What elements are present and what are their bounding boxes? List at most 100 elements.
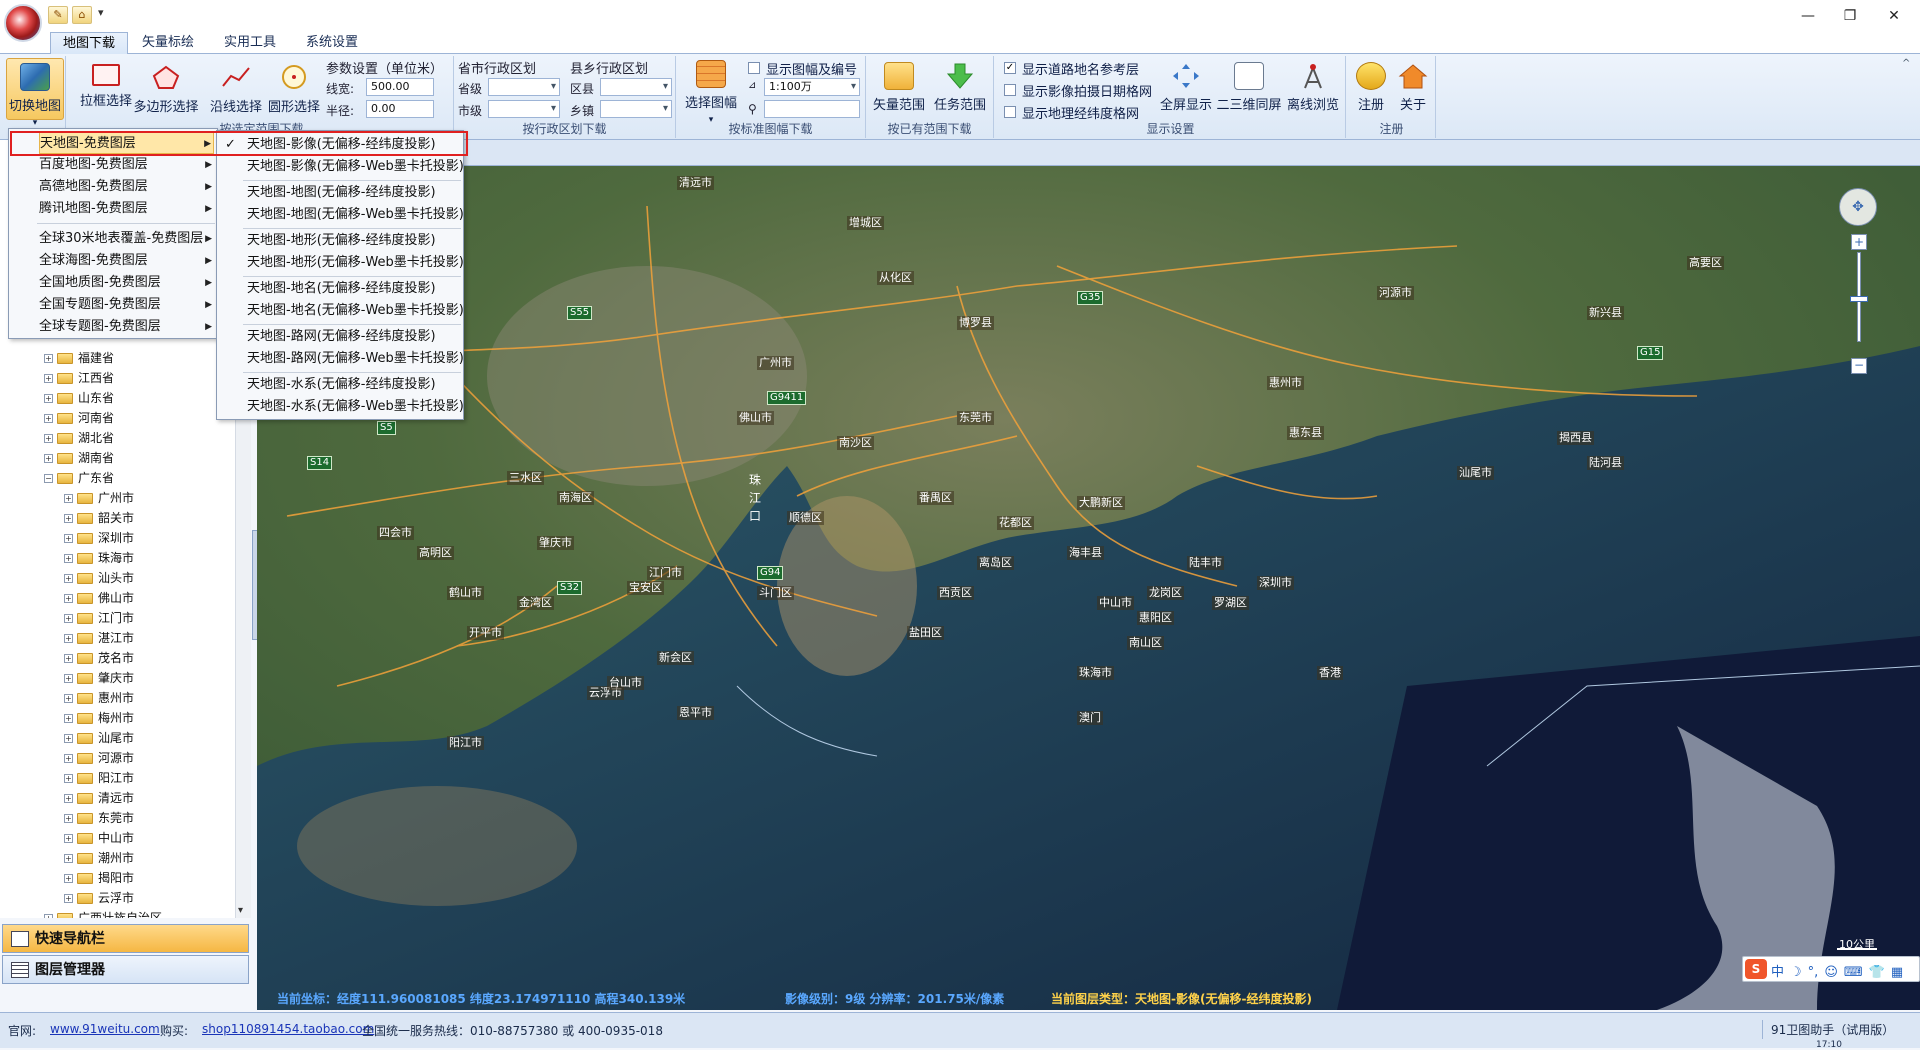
tab-tools[interactable]: 实用工具 <box>212 32 288 54</box>
provider-menu-item[interactable]: 全国专题图-免费图层 ▶ <box>39 294 214 316</box>
tree-city-node[interactable]: + 佛山市 <box>64 588 134 608</box>
expand-icon[interactable]: + <box>64 534 73 543</box>
layer-menu-item[interactable]: 天地图-地形(无偏移-Web墨卡托投影) <box>247 252 464 274</box>
expand-icon[interactable]: + <box>64 514 73 523</box>
tree-city-node[interactable]: + 汕头市 <box>64 568 134 588</box>
ime-item-icon[interactable]: 中 <box>1771 965 1784 980</box>
tree-city-node[interactable]: + 韶关市 <box>64 508 134 528</box>
sogou-logo-icon[interactable]: S <box>1745 959 1767 979</box>
ime-toolbar[interactable]: S 中 ☽ °, ☺ ⌨ 👕 ▦ <box>1742 956 1920 982</box>
line-select-button[interactable]: 沿线选择 <box>208 64 264 115</box>
tree-scrollbar[interactable]: ▾ <box>235 340 251 918</box>
zoom-slider-thumb[interactable] <box>1850 296 1868 302</box>
open-folder-icon[interactable]: ✎ <box>48 6 68 24</box>
tree-province-node[interactable]: + 湖北省 <box>44 428 114 448</box>
tree-city-node[interactable]: + 湛江市 <box>64 628 134 648</box>
expand-icon[interactable]: + <box>44 414 53 423</box>
provider-menu-item[interactable]: 全国地质图-免费图层 ▶ <box>39 272 214 294</box>
ribbon-collapse-icon[interactable]: ^ <box>1902 58 1910 69</box>
minimize-button[interactable]: — <box>1794 6 1822 26</box>
switch-map-button[interactable]: 切换地图 ▾ <box>6 58 64 128</box>
expand-icon[interactable]: + <box>64 674 73 683</box>
layer-menu-item[interactable]: 天地图-地图(无偏移-经纬度投影) <box>247 182 436 204</box>
layer-menu-item[interactable]: 天地图-水系(无偏移-经纬度投影) <box>247 374 436 396</box>
polygon-select-button[interactable]: 多边形选择 <box>132 64 200 115</box>
expand-icon[interactable]: + <box>64 834 73 843</box>
expand-icon[interactable]: + <box>64 594 73 603</box>
expand-icon[interactable]: + <box>64 574 73 583</box>
circle-select-button[interactable]: 圆形选择 <box>266 64 322 115</box>
ime-item-icon[interactable]: ☺ <box>1824 965 1838 980</box>
tree-province-node[interactable]: + 福建省 <box>44 348 114 368</box>
tree-city-node[interactable]: + 东莞市 <box>64 808 134 828</box>
tree-city-node[interactable]: + 广州市 <box>64 488 134 508</box>
layer-menu-item[interactable]: 天地图-路网(无偏移-经纬度投影) <box>247 326 436 348</box>
about-button[interactable]: 关于 <box>1392 62 1434 113</box>
line-width-input[interactable]: 500.00 <box>366 78 434 96</box>
offline-browse-button[interactable]: 离线浏览 <box>1284 62 1342 113</box>
expand-icon[interactable]: + <box>64 894 73 903</box>
sheet-search-input[interactable] <box>764 100 860 118</box>
expand-icon[interactable]: + <box>64 854 73 863</box>
expand-icon[interactable]: + <box>64 694 73 703</box>
layer-menu-item[interactable]: 天地图-水系(无偏移-Web墨卡托投影) <box>247 396 464 418</box>
province-select[interactable] <box>488 78 560 96</box>
tree-city-node[interactable]: + 深圳市 <box>64 528 134 548</box>
collapse-icon[interactable]: − <box>44 474 53 483</box>
map-view[interactable]: 清远市 广州市 佛山市 东莞市 惠州市 深圳市 香港 澳门 中山市 江门市 珠海市 肇庆市 云浮市 阳江市… <box>257 166 1920 1010</box>
expand-icon[interactable]: + <box>64 494 73 503</box>
tree-city-node[interactable]: + 阳江市 <box>64 768 134 788</box>
tab-map-download[interactable]: 地图下载 <box>50 32 129 54</box>
shop-link[interactable]: shop110891454.taobao.com <box>202 1022 374 1036</box>
layer-menu-item[interactable]: 天地图-地名(无偏移-经纬度投影) <box>247 278 436 300</box>
provider-menu-item[interactable]: 全球专题图-免费图层 ▶ <box>39 316 214 338</box>
pan-compass-icon[interactable]: ✥ <box>1839 188 1877 226</box>
layer-menu-item[interactable]: 天地图-路网(无偏移-Web墨卡托投影) <box>247 348 464 370</box>
latlon-grid-checkbox[interactable] <box>1004 106 1016 118</box>
task-range-button[interactable]: 任务范围 <box>930 62 990 113</box>
provider-menu-item[interactable]: 全球海图-免费图层 ▶ <box>39 250 214 272</box>
tree-city-node[interactable]: + 潮州市 <box>64 848 134 868</box>
scroll-down-icon[interactable]: ▾ <box>238 905 243 916</box>
tab-settings[interactable]: 系统设置 <box>294 32 370 54</box>
fullscreen-button[interactable]: 全屏显示 <box>1158 62 1214 113</box>
layer-manager-button[interactable]: 图层管理器 <box>2 955 249 984</box>
expand-icon[interactable]: + <box>44 914 53 918</box>
select-sheet-button[interactable]: 选择图幅 ▾ <box>682 60 740 126</box>
tree-city-node[interactable]: + 梅州市 <box>64 708 134 728</box>
tree-city-node[interactable]: + 江门市 <box>64 608 134 628</box>
ime-item-icon[interactable]: 👕 <box>1869 965 1885 980</box>
provider-menu-item[interactable]: 腾讯地图-免费图层 ▶ <box>39 198 214 220</box>
tree-city-node[interactable]: + 中山市 <box>64 828 134 848</box>
provider-menu-item[interactable]: 高德地图-免费图层 ▶ <box>39 176 214 198</box>
tree-city-node[interactable]: + 肇庆市 <box>64 668 134 688</box>
tree-province-node[interactable]: − 广东省 <box>44 468 114 488</box>
zoom-in-button[interactable]: + <box>1851 234 1867 250</box>
expand-icon[interactable]: + <box>64 714 73 723</box>
tree-city-node[interactable]: + 珠海市 <box>64 548 134 568</box>
vector-range-button[interactable]: 矢量范围 <box>870 62 928 113</box>
expand-icon[interactable]: + <box>64 874 73 883</box>
tree-city-node[interactable]: + 汕尾市 <box>64 728 134 748</box>
close-button[interactable]: ✕ <box>1880 6 1908 26</box>
county-select[interactable] <box>600 78 672 96</box>
expand-icon[interactable]: + <box>64 614 73 623</box>
layer-menu-item[interactable]: 天地图-地图(无偏移-Web墨卡托投影) <box>247 204 464 226</box>
tree-province-node[interactable]: + 广西壮族自治区 <box>44 908 162 918</box>
tree-province-node[interactable]: + 山东省 <box>44 388 114 408</box>
tree-city-node[interactable]: + 河源市 <box>64 748 134 768</box>
dual-view-button[interactable]: 二三维同屏 <box>1214 62 1284 113</box>
app-menu-button[interactable] <box>4 4 42 42</box>
tree-province-node[interactable]: + 江西省 <box>44 368 114 388</box>
city-select[interactable] <box>488 100 560 118</box>
provider-menu-item[interactable]: 百度地图-免费图层 ▶ <box>39 154 214 176</box>
road-ref-checkbox[interactable]: ✓ <box>1004 62 1016 74</box>
ime-item-icon[interactable]: ▦ <box>1891 965 1903 980</box>
rect-select-button[interactable]: 拉框选择 <box>78 64 134 109</box>
expand-icon[interactable]: + <box>44 354 53 363</box>
expand-icon[interactable]: + <box>64 754 73 763</box>
expand-icon[interactable]: + <box>44 434 53 443</box>
provider-menu-item[interactable]: 全球30米地表覆盖-免费图层 ▶ <box>39 228 214 250</box>
layer-menu-item[interactable]: 天地图-地名(无偏移-Web墨卡托投影) <box>247 300 464 322</box>
show-sheet-checkbox[interactable] <box>748 62 760 74</box>
